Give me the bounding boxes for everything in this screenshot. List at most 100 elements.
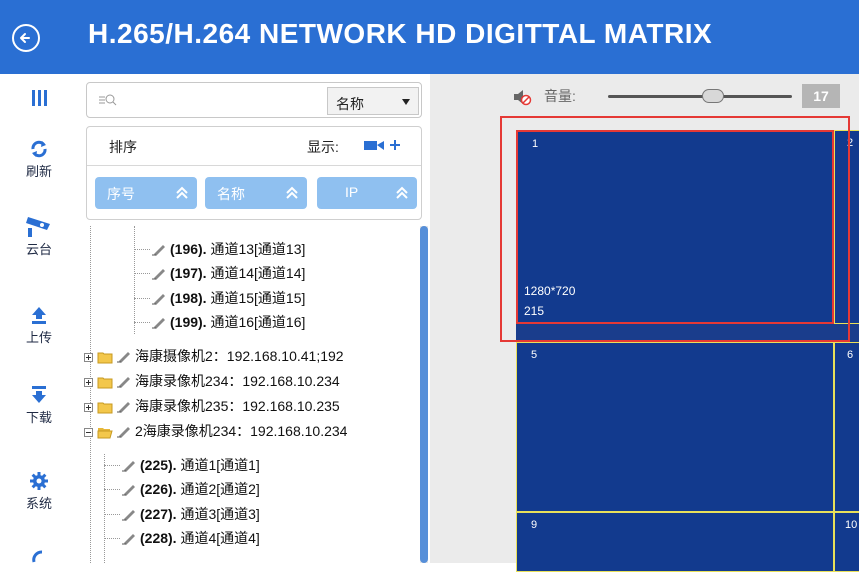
search-field-select[interactable]: 名称 [327,87,419,115]
tree-channel-row[interactable]: (198). 通道15[通道15] [152,288,305,310]
pencil-icon [122,461,135,473]
tree-line [134,249,150,250]
nav-refresh[interactable]: 刷新 [0,138,78,180]
channel-name: 通道2[通道2] [180,481,260,497]
pencil-icon [117,352,130,364]
search-field-value: 名称 [336,96,364,112]
pencil-icon [117,402,130,414]
sort-box: 排序 显示: 序号 名称 IP [86,126,422,220]
folder-icon [97,352,113,364]
gear-icon [30,472,48,490]
nav-system-label: 系统 [25,496,52,511]
matrix-cell-6[interactable]: 6 [834,342,859,512]
nav-system[interactable]: 系统 [0,470,78,512]
tree-device-row[interactable]: 海康录像机235：192.168.10.235 [84,396,340,418]
tree-channel-row[interactable]: (226). 通道2[通道2] [122,479,260,501]
tree-line [104,489,120,490]
channel-number: (226). [140,481,177,497]
channel-number: (227). [140,506,177,522]
device-name: 海康摄像机2：192.168.10.41;192 [135,348,344,364]
channel-number: (199). [170,314,207,330]
refresh-icon [31,140,47,158]
tree-channel-row[interactable]: (197). 通道14[通道14] [152,263,305,285]
chevron-down-icon [402,99,410,105]
tree-channel-row[interactable]: (228). 通道4[通道4] [122,528,260,550]
device-name: 海康录像机234：192.168.10.234 [135,373,340,389]
back-button[interactable] [12,24,40,52]
matrix-cell-10[interactable]: 10 [834,512,859,572]
device-tree[interactable]: (196). 通道13[通道13] (197). 通道14[通道14] (198… [78,226,428,563]
channel-name: 通道16[通道16] [210,314,306,330]
pencil-icon [152,245,165,257]
tree-channel-row[interactable]: (225). 通道1[通道1] [122,455,260,477]
camera-add-icon[interactable] [364,138,406,152]
cell-number: 9 [531,519,538,531]
pencil-icon [117,377,130,389]
collapse-icon[interactable] [84,427,93,437]
volume-slider-track[interactable] [608,95,792,98]
expand-icon[interactable] [84,402,93,412]
nav-refresh-label: 刷新 [25,164,52,179]
double-chevron-up-icon [176,186,188,199]
volume-value: 17 [802,84,840,108]
sort-by-name-label: 名称 [217,186,245,202]
folder-icon [97,377,113,389]
tree-channel-row[interactable]: (196). 通道13[通道13] [152,239,305,261]
nav-ptz[interactable]: 云台 [0,214,78,258]
upload-icon [32,307,46,324]
tree-channel-row[interactable]: (227). 通道3[通道3] [122,504,260,526]
sort-by-ip-label: IP [345,184,359,200]
title-bar: H.265/H.264 NETWORK HD DIGITTAL MATRIX [0,0,859,74]
tree-device-row-expanded[interactable]: 2海康录像机234：192.168.10.234 [84,421,347,443]
cell-number: 10 [845,519,858,531]
sort-by-ip-button[interactable]: IP [317,177,417,209]
tree-line [90,226,91,563]
matrix-cell-9[interactable]: 9 [516,512,834,572]
tree-device-row[interactable]: 海康摄像机2：192.168.10.41;192 [84,346,344,368]
sort-by-name-button[interactable]: 名称 [205,177,307,209]
tree-line [134,298,150,299]
tree-line [134,273,150,274]
tree-line [104,454,105,563]
channel-name: 通道14[通道14] [210,265,306,281]
sort-by-number-label: 序号 [107,186,135,202]
back-arrow-icon [20,33,30,43]
tree-device-row[interactable]: 海康录像机234：192.168.10.234 [84,371,340,393]
tree-line [134,226,135,334]
search-box[interactable]: 名称 [86,82,422,118]
cell-number: 6 [847,349,854,361]
channel-name: 通道4[通道4] [180,530,260,546]
double-chevron-up-icon [286,186,298,199]
mute-icon[interactable] [512,88,532,106]
tree-line [104,465,120,466]
channel-number: (198). [170,290,207,306]
menu-icon [32,90,47,106]
channel-number: (196). [170,241,207,257]
nav-menu[interactable] [0,88,78,108]
tree-channel-row[interactable]: (199). 通道16[通道16] [152,312,305,334]
side-nav: 刷新 云台 上传 下载 系统 [0,74,78,563]
channel-name: 通道1[通道1] [180,457,260,473]
pencil-icon [152,318,165,330]
channel-number: (228). [140,530,177,546]
pencil-icon [152,294,165,306]
partial-icon [32,550,43,563]
app-title: H.265/H.264 NETWORK HD DIGITTAL MATRIX [88,18,713,49]
channel-number: (197). [170,265,207,281]
tree-scrollbar[interactable] [420,226,428,563]
expand-icon[interactable] [84,377,93,387]
camera-icon [26,217,50,237]
volume-slider-thumb[interactable] [702,89,724,103]
folder-open-icon [97,427,113,439]
divider [87,165,421,166]
nav-download[interactable]: 下载 [0,384,78,426]
scrollbar-thumb[interactable] [420,226,428,563]
download-icon [32,386,46,403]
expand-icon[interactable] [84,352,93,362]
pencil-icon [117,427,130,439]
matrix-cell-5[interactable]: 5 [516,342,834,512]
nav-more[interactable] [0,548,78,564]
nav-upload[interactable]: 上传 [0,304,78,346]
volume-label: 音量: [544,88,576,104]
sort-by-number-button[interactable]: 序号 [95,177,197,209]
